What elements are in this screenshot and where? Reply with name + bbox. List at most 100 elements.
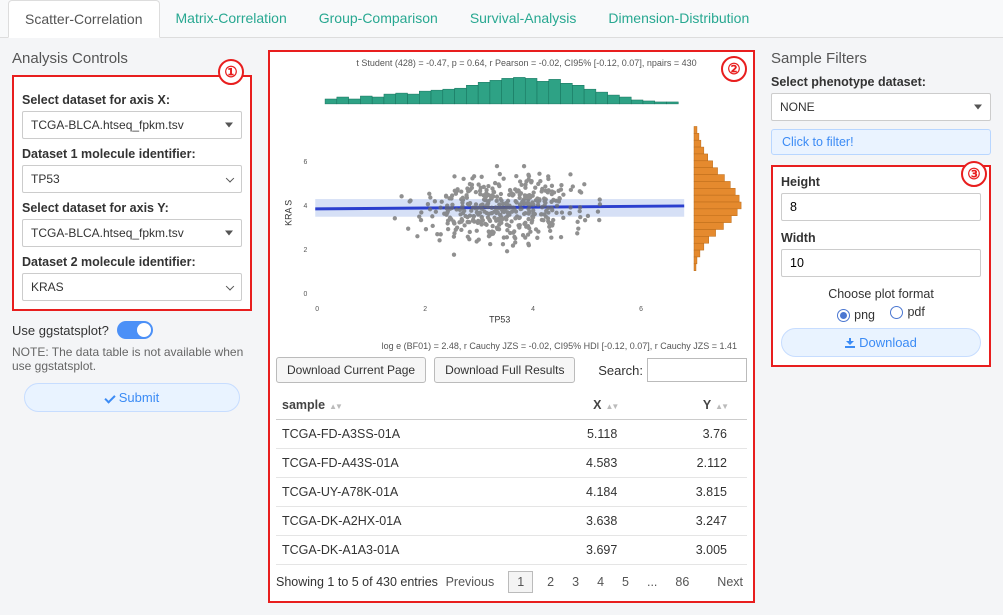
label-mol1: Dataset 1 molecule identifier:: [22, 147, 242, 161]
cell-x: 5.118: [528, 420, 638, 449]
scatter-plot: TP53 KRA S 0 2 4 6 0 2 4 6: [276, 68, 747, 338]
pager-page[interactable]: 4: [593, 573, 608, 591]
svg-text:4: 4: [303, 203, 307, 210]
svg-text:6: 6: [303, 159, 307, 166]
select-mol1-value: TP53: [31, 172, 60, 186]
cell-sample: TCGA-DK-A1A3-01A: [276, 536, 528, 565]
tab-scatter-correlation[interactable]: Scatter-Correlation: [8, 0, 160, 38]
cell-x: 3.638: [528, 507, 638, 536]
chevron-down-icon: [225, 123, 233, 128]
svg-text:0: 0: [303, 291, 307, 298]
select-mol2[interactable]: KRAS: [22, 273, 242, 301]
select-phenotype-dataset[interactable]: NONE: [771, 93, 991, 121]
select-axis-y-value: TCGA-BLCA.htseq_fpkm.tsv: [31, 226, 184, 240]
col-y[interactable]: Y▲▼: [637, 391, 747, 420]
select-mol1[interactable]: TP53: [22, 165, 242, 193]
cell-x: 4.583: [528, 449, 638, 478]
cell-sample: TCGA-FD-A3SS-01A: [276, 420, 528, 449]
sample-filters-title: Sample Filters: [771, 50, 991, 67]
search-input[interactable]: [647, 358, 747, 382]
height-input[interactable]: [781, 193, 981, 221]
pager: Previous 12345... 86 Next: [442, 573, 747, 591]
toggle-ggstatsplot[interactable]: [117, 321, 153, 339]
chevron-down-icon: [226, 174, 234, 182]
tab-bar: Scatter-Correlation Matrix-Correlation G…: [0, 0, 1003, 38]
label-plot-format: Choose plot format: [781, 287, 981, 301]
download-full-results-button[interactable]: Download Full Results: [434, 357, 575, 383]
table-row[interactable]: TCGA-UY-A78K-01A4.1843.815: [276, 478, 747, 507]
radio-png[interactable]: png: [837, 308, 875, 322]
select-axis-x-value: TCGA-BLCA.htseq_fpkm.tsv: [31, 118, 184, 132]
badge-3: ③: [961, 161, 987, 187]
select-mol2-value: KRAS: [31, 280, 64, 294]
cell-y: 2.112: [637, 449, 747, 478]
radio-dot-icon: [890, 306, 903, 319]
chevron-down-icon: [225, 231, 233, 236]
cell-y: 3.76: [637, 420, 747, 449]
svg-text:2: 2: [303, 247, 307, 254]
pager-next[interactable]: Next: [713, 573, 747, 591]
pager-page[interactable]: 5: [618, 573, 633, 591]
tab-survival-analysis[interactable]: Survival-Analysis: [454, 0, 593, 37]
col-x[interactable]: X▲▼: [528, 391, 638, 420]
submit-button[interactable]: Submit: [24, 383, 240, 412]
select-axis-y-dataset[interactable]: TCGA-BLCA.htseq_fpkm.tsv: [22, 219, 242, 247]
table-row[interactable]: TCGA-FD-A3SS-01A5.1183.76: [276, 420, 747, 449]
toggle-ggstatsplot-label: Use ggstatsplot?: [12, 323, 109, 338]
radio-pdf-label: pdf: [907, 305, 924, 319]
chevron-down-icon: [226, 282, 234, 290]
radio-dot-icon: [837, 309, 850, 322]
plot-area: ② t Student (428) = -0.47, p = 0.64, r P…: [268, 50, 755, 603]
download-label: Download: [859, 335, 917, 350]
label-height: Height: [781, 175, 981, 189]
label-phenotype: Select phenotype dataset:: [771, 75, 991, 89]
table-row[interactable]: TCGA-DK-A2HX-01A3.6383.247: [276, 507, 747, 536]
tab-matrix-correlation[interactable]: Matrix-Correlation: [160, 0, 303, 37]
cell-x: 3.697: [528, 536, 638, 565]
table-row[interactable]: TCGA-DK-A1A3-01A3.6973.005: [276, 536, 747, 565]
select-axis-x-dataset[interactable]: TCGA-BLCA.htseq_fpkm.tsv: [22, 111, 242, 139]
label-mol2: Dataset 2 molecule identifier:: [22, 255, 242, 269]
cell-sample: TCGA-DK-A2HX-01A: [276, 507, 528, 536]
tab-group-comparison[interactable]: Group-Comparison: [303, 0, 454, 37]
chevron-down-icon: [974, 105, 982, 110]
download-plot-button[interactable]: Download: [781, 328, 981, 357]
plot-ylabel: KRA S: [284, 200, 294, 226]
analysis-controls-title: Analysis Controls: [12, 50, 252, 67]
tab-dimension-distribution[interactable]: Dimension-Distribution: [592, 0, 765, 37]
pager-page[interactable]: 1: [508, 571, 533, 593]
plot-stat-footer: log e (BF01) = 2.48, r Cauchy JZS = -0.0…: [276, 341, 737, 351]
radio-png-label: png: [854, 308, 875, 322]
ggstatsplot-note: NOTE: The data table is not available wh…: [12, 345, 252, 373]
search-label: Search:: [598, 363, 643, 378]
pager-page[interactable]: 3: [568, 573, 583, 591]
width-input[interactable]: [781, 249, 981, 277]
table-info: Showing 1 to 5 of 430 entries: [276, 575, 438, 589]
svg-text:4: 4: [531, 306, 535, 313]
pager-page[interactable]: 86: [671, 573, 693, 591]
label-axis-y: Select dataset for axis Y:: [22, 201, 242, 215]
col-sample[interactable]: sample▲▼: [276, 391, 528, 420]
badge-2: ②: [721, 56, 747, 82]
click-to-filter-button[interactable]: Click to filter!: [771, 129, 991, 155]
radio-pdf[interactable]: pdf: [890, 305, 924, 319]
cell-sample: TCGA-FD-A43S-01A: [276, 449, 528, 478]
plot-xlabel: TP53: [489, 315, 510, 325]
select-phenotype-value: NONE: [780, 100, 815, 114]
svg-text:6: 6: [639, 306, 643, 313]
cell-x: 4.184: [528, 478, 638, 507]
submit-label: Submit: [119, 390, 159, 405]
pager-prev[interactable]: Previous: [442, 573, 499, 591]
pager-page[interactable]: ...: [643, 573, 661, 591]
svg-text:0: 0: [315, 306, 319, 313]
label-axis-x: Select dataset for axis X:: [22, 93, 242, 107]
badge-1: ①: [218, 59, 244, 85]
svg-text:2: 2: [423, 306, 427, 313]
label-width: Width: [781, 231, 981, 245]
pager-page[interactable]: 2: [543, 573, 558, 591]
table-row[interactable]: TCGA-FD-A43S-01A4.5832.112: [276, 449, 747, 478]
download-current-page-button[interactable]: Download Current Page: [276, 357, 426, 383]
cell-y: 3.005: [637, 536, 747, 565]
check-icon: [104, 392, 115, 403]
sample-filters-panel: Sample Filters Select phenotype dataset:…: [771, 50, 991, 603]
